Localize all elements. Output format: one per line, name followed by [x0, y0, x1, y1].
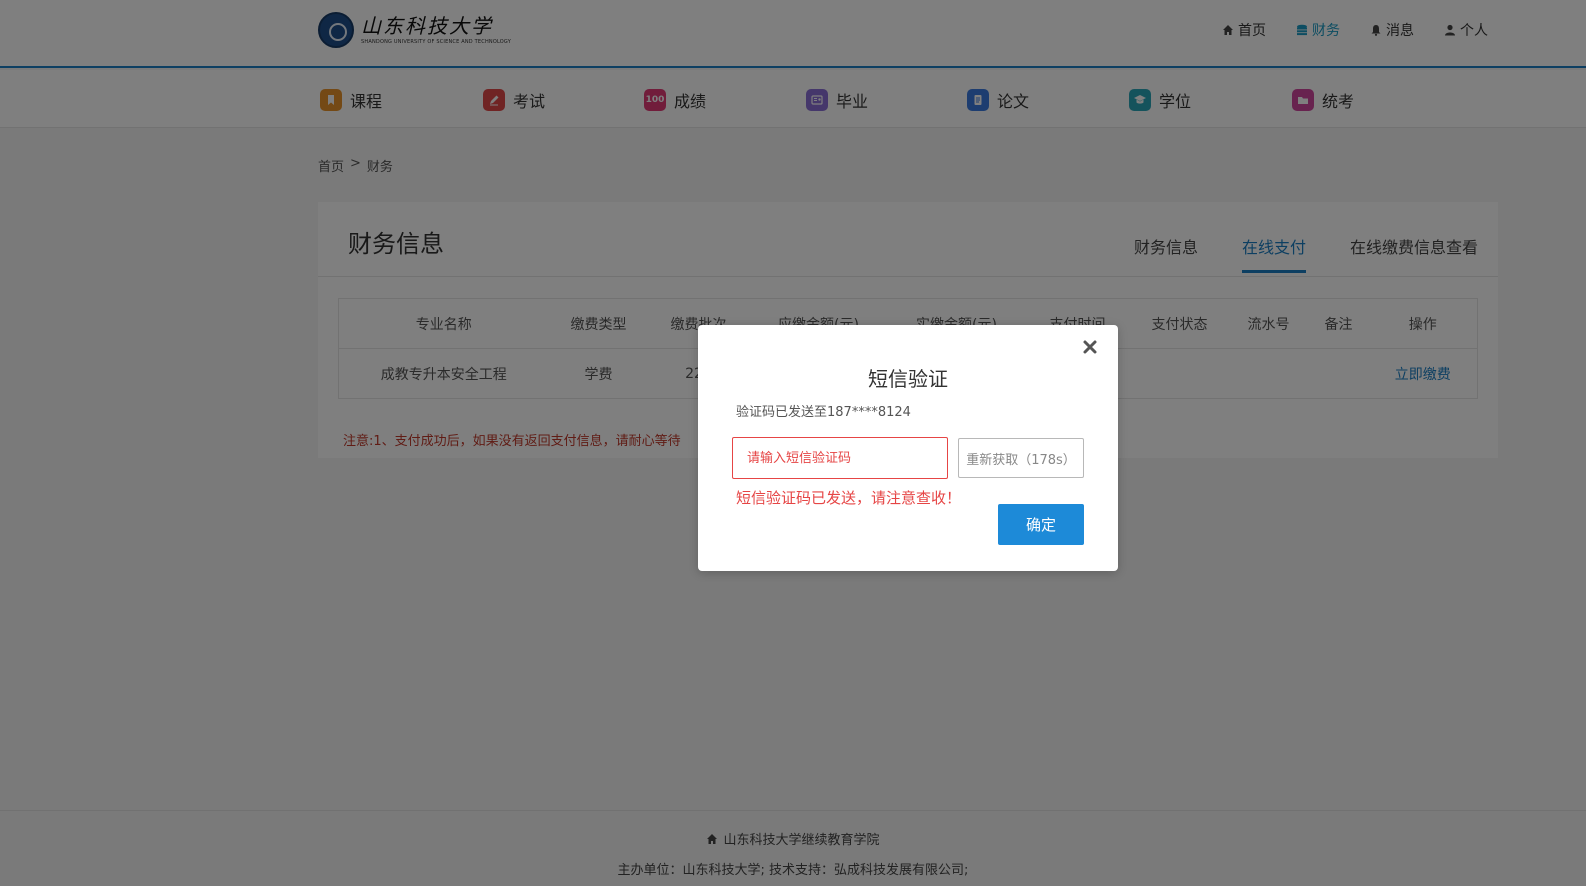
code-sent-warning: 短信验证码已发送，请注意查收！	[736, 489, 962, 507]
confirm-button[interactable]: 确定	[998, 504, 1084, 545]
dialog-title: 短信验证	[868, 367, 948, 391]
code-sent-message: 验证码已发送至187****8124	[736, 405, 911, 420]
sms-verification-dialog: 短信验证 验证码已发送至187****8124 重新获取（178s） 短信验证码…	[698, 325, 1118, 571]
resend-code-button[interactable]: 重新获取（178s）	[958, 438, 1084, 478]
close-icon[interactable]	[1080, 337, 1100, 357]
sms-code-input[interactable]	[732, 437, 948, 479]
